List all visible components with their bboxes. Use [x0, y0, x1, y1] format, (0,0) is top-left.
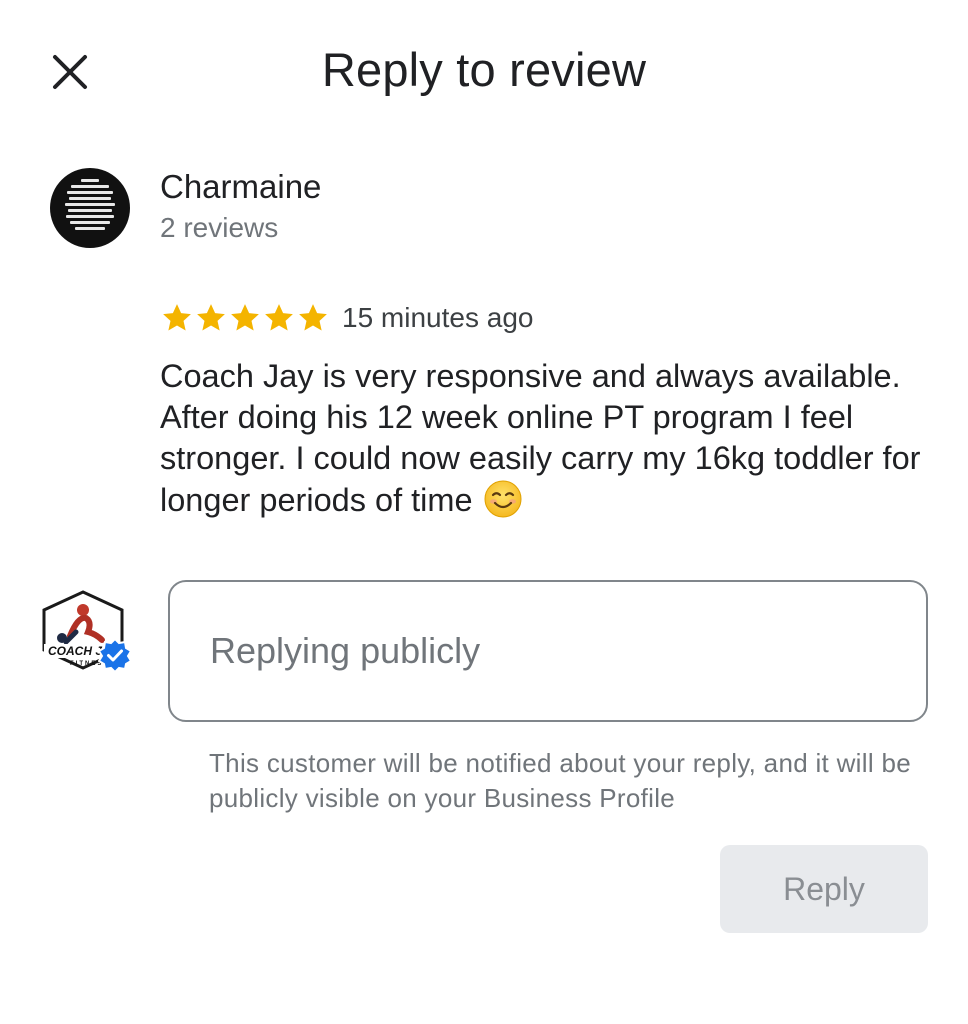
star-icon [231, 304, 259, 331]
star-icon [265, 304, 293, 331]
reply-button[interactable]: Reply [720, 845, 928, 933]
avatar-quote-image [60, 176, 120, 233]
reply-input[interactable] [168, 580, 928, 722]
review-text: Coach Jay is very responsive and always … [160, 356, 940, 521]
star-icon [163, 304, 191, 331]
review-timestamp: 15 minutes ago [342, 302, 534, 333]
reviewer-name[interactable]: Charmaine [160, 168, 321, 206]
smiling-face-emoji-icon [484, 480, 522, 518]
star-icon [299, 304, 327, 331]
reply-notice: This customer will be notified about you… [209, 748, 911, 813]
reviewer-avatar[interactable] [50, 168, 130, 248]
reply-to-review-screen: Reply to review Charmaine 2 reviews 15 m… [0, 0, 968, 1024]
star-icon [197, 304, 225, 331]
logo-text: COACH J [48, 644, 102, 658]
rating-row: 15 minutes ago [160, 298, 533, 338]
star-rating [160, 301, 330, 335]
page-title: Reply to review [321, 43, 647, 96]
reviewer-review-count: 2 reviews [160, 212, 279, 243]
business-logo[interactable]: COACH J FITNESS [40, 588, 134, 678]
verified-badge-icon [98, 638, 132, 672]
review-body: Coach Jay is very responsive and always … [160, 358, 921, 518]
